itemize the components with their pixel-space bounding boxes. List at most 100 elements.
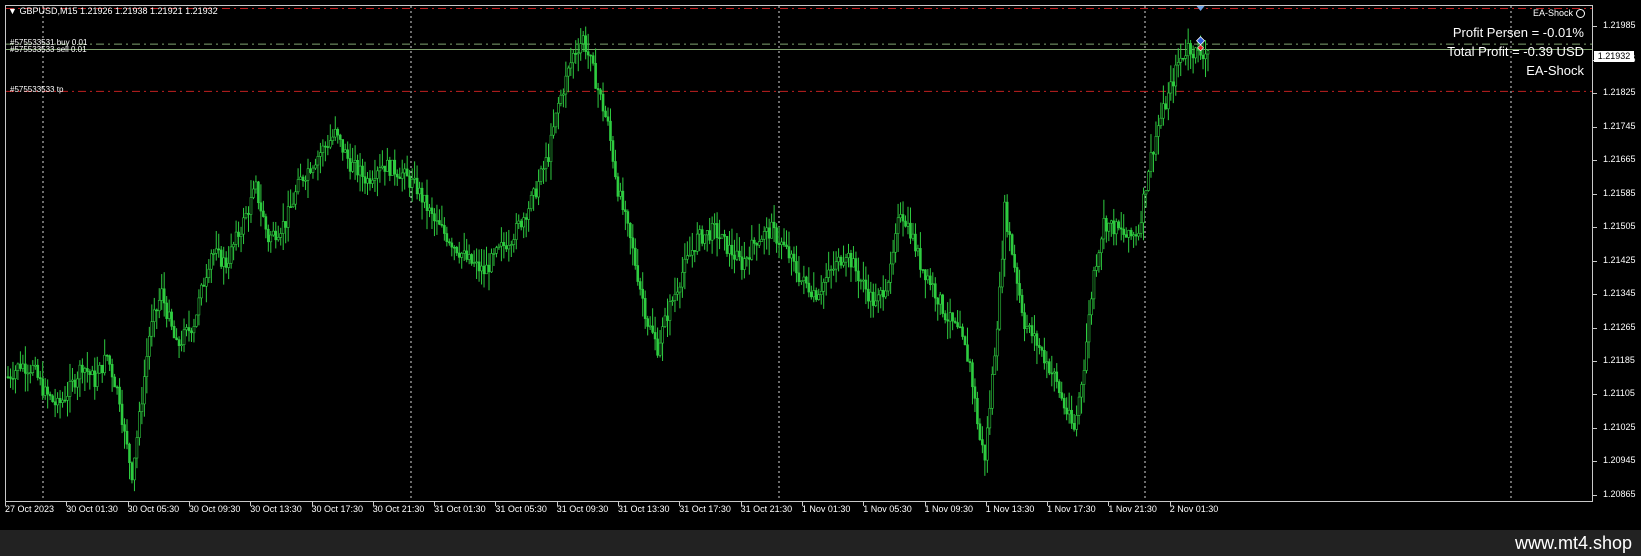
price-tick-label: 1.21425 xyxy=(1603,254,1636,265)
ohlc-values: 1.21926 1.21938 1.21921 1.21932 xyxy=(79,6,218,16)
candle xyxy=(671,296,674,306)
candle xyxy=(514,213,518,250)
price-tickmark xyxy=(1593,461,1597,463)
candle-body xyxy=(673,293,677,301)
candle-body xyxy=(1090,298,1093,316)
candle xyxy=(470,253,473,266)
candle xyxy=(854,251,858,282)
candle-body xyxy=(1038,345,1041,348)
candle xyxy=(559,89,563,107)
candle-body xyxy=(626,211,630,224)
candle xyxy=(933,277,937,312)
candle-body xyxy=(686,255,689,260)
candle xyxy=(576,38,580,72)
candle xyxy=(1119,212,1123,241)
candle-body xyxy=(403,168,406,174)
candle-body xyxy=(497,245,501,248)
candle-body xyxy=(346,149,349,159)
candle xyxy=(443,217,446,241)
candle-body xyxy=(9,376,12,379)
candle xyxy=(185,324,188,337)
time-axis[interactable]: 27 Oct 2023 30 Oct 01:30 30 Oct 05:30 30 Oc… xyxy=(5,502,1593,520)
candle-body xyxy=(217,248,221,251)
candle-body xyxy=(286,206,290,228)
candle-body xyxy=(502,242,506,246)
candle-body xyxy=(785,244,788,247)
candle-body xyxy=(105,354,109,357)
candle-body xyxy=(911,233,915,239)
candle-body xyxy=(155,309,159,312)
candle xyxy=(864,266,868,305)
candle-body xyxy=(589,54,592,57)
candle-body xyxy=(252,188,255,198)
candle xyxy=(557,96,560,130)
dropdown-triangle-icon[interactable]: ▼ xyxy=(8,6,17,16)
candle xyxy=(532,187,535,211)
candle-body xyxy=(1015,267,1019,284)
candle xyxy=(966,327,969,362)
candle xyxy=(93,357,97,400)
candle-body xyxy=(197,297,201,316)
candle-body xyxy=(457,252,461,258)
candle xyxy=(527,201,530,232)
candle-body xyxy=(368,178,372,184)
candle-body xyxy=(735,250,739,260)
candle xyxy=(624,200,627,231)
candle xyxy=(1110,219,1113,237)
footer-site-url[interactable]: www.mt4.shop xyxy=(1515,533,1632,554)
candle xyxy=(175,328,178,341)
candle-body xyxy=(73,379,77,388)
candle xyxy=(752,237,756,255)
price-tick-label: 1.21105 xyxy=(1603,388,1635,399)
time-tickmark xyxy=(188,502,190,506)
candle-body xyxy=(452,246,456,249)
candle xyxy=(981,426,984,454)
candle xyxy=(643,290,647,329)
candle-body xyxy=(765,227,768,232)
candle xyxy=(837,248,840,272)
candle-body xyxy=(465,250,468,260)
ea-badge[interactable]: EA-Shock xyxy=(1533,8,1585,18)
candle-body xyxy=(1159,117,1163,127)
candle-body xyxy=(68,381,72,397)
candle xyxy=(703,234,706,250)
time-tickmark xyxy=(127,502,129,506)
candle xyxy=(904,215,907,228)
candle-body xyxy=(249,197,253,215)
price-axis[interactable]: 1.219851.219051.218251.217451.216651.215… xyxy=(1593,5,1641,502)
time-tickmark xyxy=(924,502,926,506)
candle-body xyxy=(609,120,612,141)
candle-body xyxy=(661,326,664,344)
candle-body xyxy=(968,361,972,364)
candle xyxy=(1035,330,1039,365)
time-tickmark xyxy=(1047,502,1049,506)
time-tick-label: 30 Oct 21:30 xyxy=(372,504,425,514)
candle-body xyxy=(1060,392,1064,399)
candle-body xyxy=(398,176,402,179)
candle xyxy=(708,217,711,245)
time-tick-label: 30 Oct 09:30 xyxy=(188,504,241,514)
candle xyxy=(1023,303,1026,342)
candle-body xyxy=(604,110,607,118)
candle-body xyxy=(1171,81,1175,87)
candle-body xyxy=(43,386,47,396)
candle-body xyxy=(636,265,640,282)
candle-body xyxy=(919,248,922,270)
total-profit-text: Total Profit = -0.39 USD xyxy=(1447,44,1584,59)
chart-window[interactable]: ▼ GBPUSD,M15 1.21926 1.21938 1.21921 1.2… xyxy=(0,0,1641,530)
candle xyxy=(1186,28,1190,71)
candle-body xyxy=(901,214,905,222)
candle xyxy=(812,272,816,303)
candle-body xyxy=(271,230,275,236)
plot-area[interactable] xyxy=(5,5,1593,502)
candle xyxy=(475,248,478,280)
candle-body xyxy=(487,264,491,273)
candle-body xyxy=(1139,222,1143,234)
candle xyxy=(817,288,821,301)
candle-body xyxy=(284,221,287,228)
candle-body xyxy=(678,286,682,293)
candle-body xyxy=(1065,407,1068,415)
time-tickmark xyxy=(372,502,374,506)
time-tick-label: 30 Oct 05:30 xyxy=(127,504,180,514)
candle xyxy=(911,222,915,241)
